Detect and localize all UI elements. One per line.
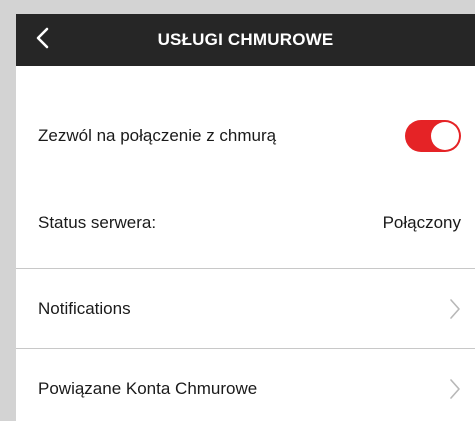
linked-accounts-row[interactable]: Powiązane Konta Chmurowe — [16, 348, 475, 421]
top-strip — [0, 0, 475, 14]
cloud-services-screen: USŁUGI CHMUROWE Zezwól na połączenie z c… — [16, 14, 475, 421]
cloud-connection-toggle[interactable] — [405, 120, 461, 152]
chevron-right-icon — [449, 378, 461, 400]
linked-accounts-label: Powiązane Konta Chmurowe — [38, 378, 258, 398]
cloud-connection-label: Zezwól na połączenie z chmurą — [38, 126, 277, 145]
toggle-knob — [431, 122, 459, 150]
server-status-label: Status serwera: — [38, 213, 157, 232]
page-title: USŁUGI CHMUROWE — [157, 30, 334, 49]
header-bar: USŁUGI CHMUROWE — [16, 14, 475, 66]
server-status-value: Połączony — [382, 213, 461, 232]
server-status-row: Status serwera: Połączony — [16, 190, 475, 256]
chevron-right-icon — [449, 298, 461, 320]
notifications-label: Notifications — [38, 298, 131, 318]
cloud-connection-row: Zezwól na połączenie z chmurą — [16, 102, 475, 170]
notifications-row[interactable]: Notifications — [16, 268, 475, 348]
